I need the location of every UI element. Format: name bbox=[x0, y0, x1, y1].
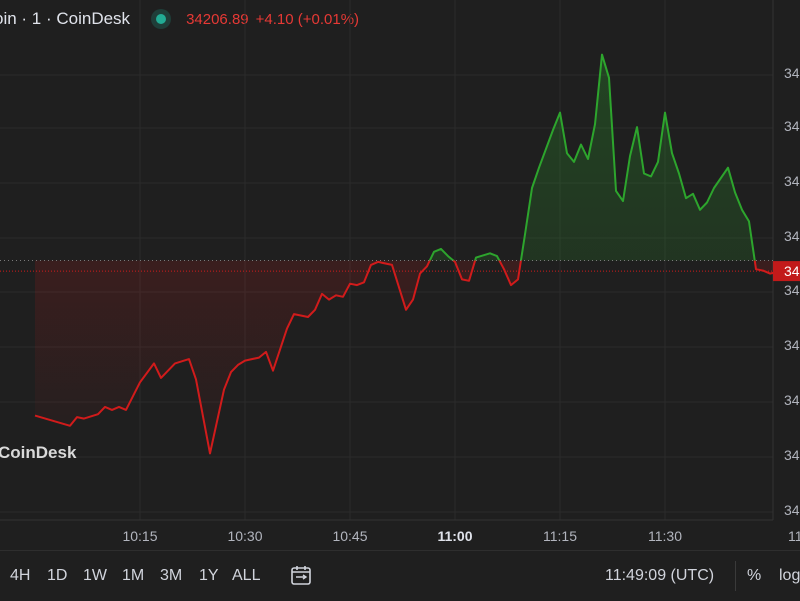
y-tick-label: 34 bbox=[784, 282, 800, 298]
range-4h-button[interactable]: 4H bbox=[10, 567, 30, 585]
coindesk-watermark: CoinDesk bbox=[0, 443, 77, 462]
current-price-tag-label: 34 bbox=[784, 263, 800, 279]
x-tick-label: 10:30 bbox=[227, 528, 262, 544]
range-1m-button[interactable]: 1M bbox=[122, 567, 144, 585]
x-tick-label: 11:00 bbox=[437, 528, 472, 544]
y-tick-label: 34 bbox=[784, 65, 800, 81]
y-tick-label: 34 bbox=[784, 337, 800, 353]
bottom-toolbar: 4H 1D 1W 1M 3M 1Y ALL 11:49:09 (UTC) % l… bbox=[0, 550, 800, 601]
utc-clock: 11:49:09 (UTC) bbox=[605, 567, 715, 584]
log-scale-toggle[interactable]: log bbox=[779, 567, 800, 585]
y-tick-label: 34 bbox=[784, 447, 800, 463]
range-1w-button[interactable]: 1W bbox=[83, 567, 107, 585]
percent-scale-toggle[interactable]: % bbox=[747, 567, 761, 585]
x-tick-label: 11:15 bbox=[543, 528, 577, 544]
range-all-button[interactable]: ALL bbox=[232, 567, 260, 585]
y-tick-label: 34 bbox=[784, 118, 800, 134]
date-range-icon[interactable] bbox=[289, 563, 313, 587]
y-tick-label: 34 bbox=[784, 173, 800, 189]
x-tick-label: 10:15 bbox=[122, 528, 157, 544]
x-tick-label: 10:45 bbox=[332, 528, 367, 544]
range-3m-button[interactable]: 3M bbox=[160, 567, 182, 585]
x-tick-label: 11:50 bbox=[788, 528, 800, 544]
range-1y-button[interactable]: 1Y bbox=[199, 567, 219, 585]
price-chart[interactable]: CoinDesk 34 34 34 34 34 34 34 34 34 34 10:15 10:30 1… bbox=[0, 0, 800, 550]
toolbar-divider bbox=[735, 561, 736, 591]
y-tick-label: 34 bbox=[784, 228, 800, 244]
range-1d-button[interactable]: 1D bbox=[47, 567, 67, 585]
x-tick-label: 11:30 bbox=[648, 528, 682, 544]
y-tick-label: 34 bbox=[784, 392, 800, 408]
y-tick-label: 34 bbox=[784, 502, 800, 518]
